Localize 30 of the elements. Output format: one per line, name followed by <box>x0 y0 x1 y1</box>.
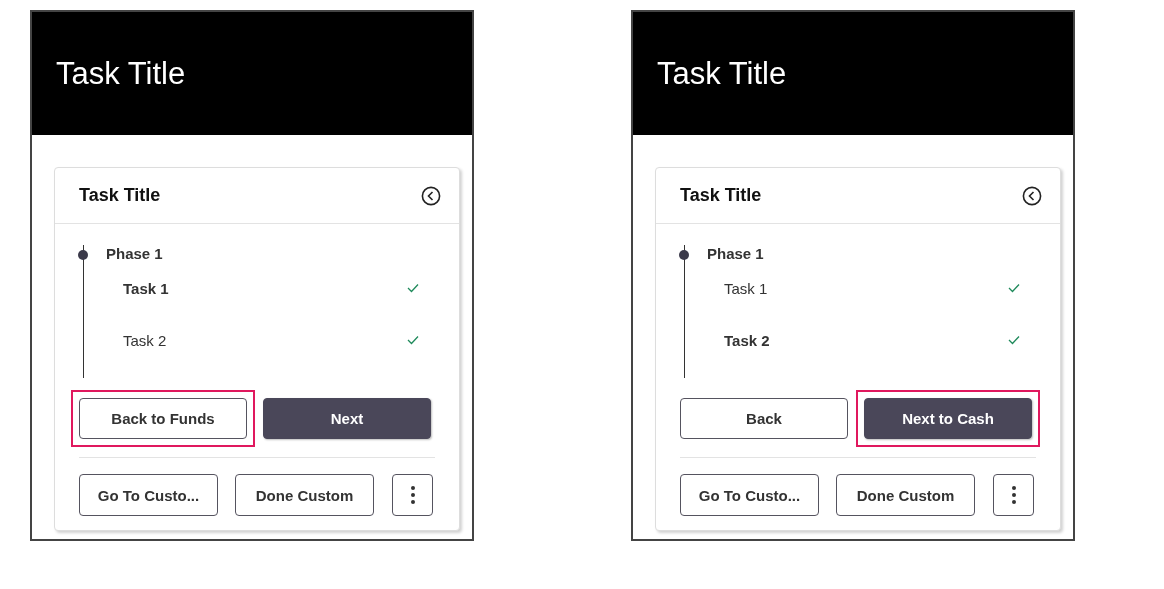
phase-label: Phase 1 <box>707 245 765 262</box>
action-button[interactable]: Go To Custo... <box>680 474 819 516</box>
next-button[interactable]: Next <box>263 398 431 439</box>
header-title: Task Title <box>657 55 787 92</box>
task-item[interactable]: Task 1 <box>106 262 459 314</box>
check-icon <box>407 335 419 345</box>
more-icon <box>410 486 415 504</box>
header-title: Task Title <box>56 55 186 92</box>
action-button[interactable]: Done Custom <box>836 474 975 516</box>
phase-dot <box>679 250 689 260</box>
action-button[interactable]: Done Custom <box>235 474 374 516</box>
collapse-icon[interactable] <box>1022 185 1042 206</box>
back-button[interactable]: Back to Funds <box>79 398 247 439</box>
next-button[interactable]: Next to Cash <box>864 398 1032 439</box>
collapse-icon[interactable] <box>421 185 441 206</box>
task-item[interactable]: Task 2 <box>707 314 1060 366</box>
more-icon <box>1011 486 1016 504</box>
more-button[interactable] <box>392 474 433 516</box>
card-title: Task Title <box>680 185 762 206</box>
check-icon <box>407 283 419 293</box>
card-title: Task Title <box>79 185 161 206</box>
phase-label: Phase 1 <box>106 245 164 262</box>
task-item[interactable]: Task 2 <box>106 314 459 366</box>
action-button[interactable]: Go To Custo... <box>79 474 218 516</box>
more-button[interactable] <box>993 474 1034 516</box>
check-icon <box>1008 283 1020 293</box>
check-icon <box>1008 335 1020 345</box>
phase-dot <box>78 250 88 260</box>
back-button[interactable]: Back <box>680 398 848 439</box>
task-item[interactable]: Task 1 <box>707 262 1060 314</box>
